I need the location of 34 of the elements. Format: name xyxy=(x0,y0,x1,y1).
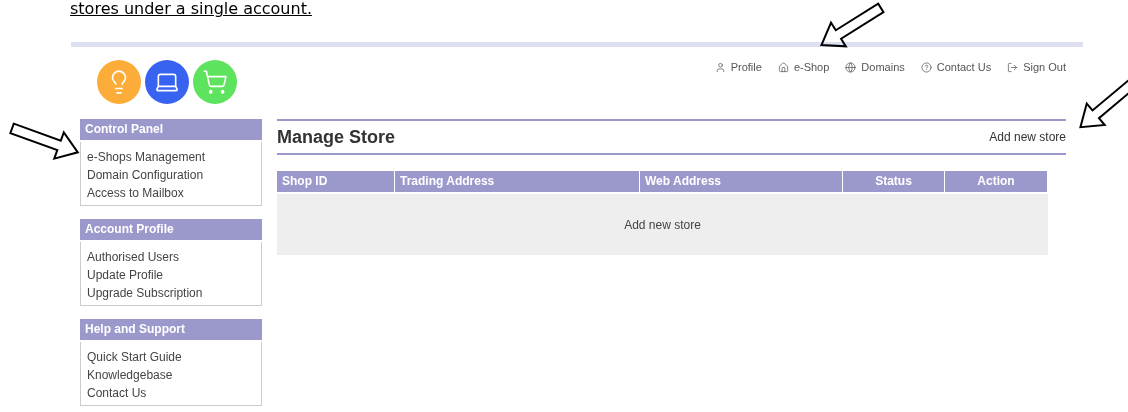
column-header: Web Address xyxy=(640,171,842,192)
column-header: Action xyxy=(945,171,1047,192)
add-store-link[interactable]: Add new store xyxy=(989,130,1066,144)
sidebar-link[interactable]: Authorised Users xyxy=(87,248,180,266)
user-icon xyxy=(714,61,726,73)
sidebar-link[interactable]: Update Profile xyxy=(87,266,164,284)
annotation-arrow xyxy=(820,2,885,48)
annotation-arrow xyxy=(9,122,80,161)
column-header: Shop ID xyxy=(277,171,394,192)
sidebar-link[interactable]: Upgrade Subscription xyxy=(87,284,203,302)
nav-link[interactable]: e-Shop xyxy=(777,61,830,73)
sidebar-link[interactable]: Domain Configuration xyxy=(87,166,204,184)
sidebar-link[interactable]: e-Shops Management xyxy=(87,148,206,166)
sidebar-link[interactable]: Knowledgebase xyxy=(87,366,173,384)
nav-link[interactable]: Contact Us xyxy=(920,61,992,73)
nav-link[interactable]: Profile xyxy=(714,61,762,73)
section-header: Account Profile xyxy=(80,219,262,240)
globe-icon xyxy=(845,61,857,73)
help-icon xyxy=(920,61,932,73)
nav-link[interactable]: Sign Out xyxy=(1007,61,1066,73)
empty-message: Add new store xyxy=(624,217,701,232)
nav-link[interactable]: Domains xyxy=(845,61,905,73)
page-title: Manage Store xyxy=(277,126,396,148)
sidebar-link[interactable]: Access to Mailbox xyxy=(87,184,184,202)
column-header: Trading Address xyxy=(395,171,639,192)
sidebar-link[interactable]: Quick Start Guide xyxy=(87,348,182,366)
cart-icon xyxy=(202,69,228,95)
column-header: Status xyxy=(843,171,944,192)
sidebar-link[interactable]: Contact Us xyxy=(87,384,147,402)
document-note: stores under a single account. xyxy=(70,0,312,18)
home-icon xyxy=(777,61,789,73)
section-header: Control Panel xyxy=(80,119,262,140)
sign-out-icon xyxy=(1007,61,1019,73)
section-header: Help and Support xyxy=(80,319,262,340)
